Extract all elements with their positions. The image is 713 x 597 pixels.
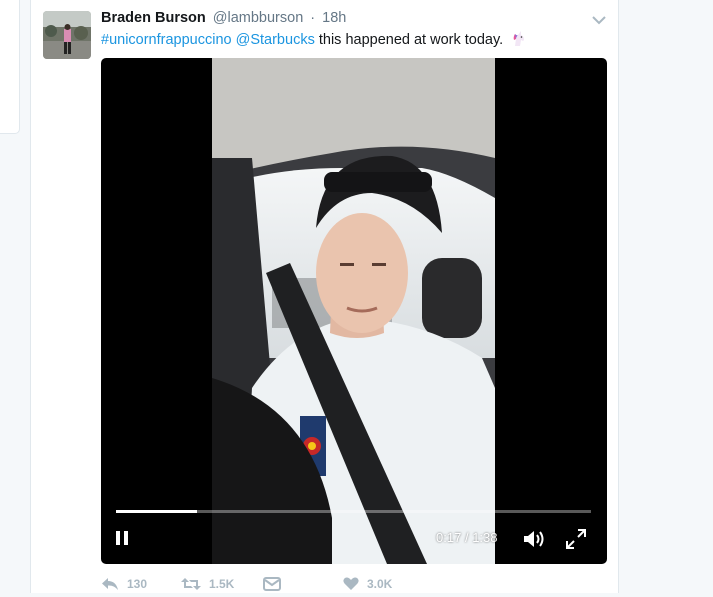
dm-button[interactable] [263,577,281,591]
like-button[interactable]: 3.0K [343,577,392,591]
chevron-down-icon[interactable] [592,12,606,25]
pause-icon[interactable] [115,530,129,546]
video-time-readout: 0:17 / 1:38 [436,530,498,545]
separator-dot: · [310,10,316,26]
reply-icon [101,577,119,591]
user-fullname[interactable]: Braden Burson [101,10,206,26]
like-count: 3.0K [367,577,393,591]
video-elapsed-time: 0:17 [436,530,462,545]
left-sidebar-panel [0,0,20,134]
unicorn-emoji-icon [511,31,527,47]
tweet-card[interactable]: Braden Burson @lambburson · 18h #unicorn… [30,0,619,593]
retweet-icon [181,577,201,591]
heart-icon [343,577,359,591]
tweet-body-text: this happened at work today. [318,32,504,48]
user-handle[interactable]: @lambburson [213,10,303,26]
tweet-text: #unicornfrappuccino @Starbucks this happ… [101,31,527,48]
video-time-separator: / [464,530,469,545]
video-progress-fill [116,510,197,513]
retweet-count: 1.5K [209,577,235,591]
volume-icon[interactable] [522,528,546,550]
video-frame [212,58,495,564]
tweet-timestamp[interactable]: 18h [322,10,346,26]
avatar[interactable] [43,11,91,59]
reply-button[interactable]: 130 [101,577,147,591]
video-duration: 1:38 [472,530,498,545]
video-player[interactable]: 0:17 / 1:38 [101,58,607,564]
retweet-button[interactable]: 1.5K [181,577,234,591]
direct-message-icon [263,577,281,591]
tweet-header: Braden Burson @lambburson · 18h [101,10,346,26]
mention-link[interactable]: @Starbucks [236,32,315,48]
hashtag-link[interactable]: #unicornfrappuccino [101,32,232,48]
fullscreen-icon[interactable] [565,528,587,550]
video-progress-bar[interactable] [116,510,591,513]
reply-count: 130 [127,577,148,591]
tweet-actions: 130 1.5K 3.0K [101,577,501,597]
